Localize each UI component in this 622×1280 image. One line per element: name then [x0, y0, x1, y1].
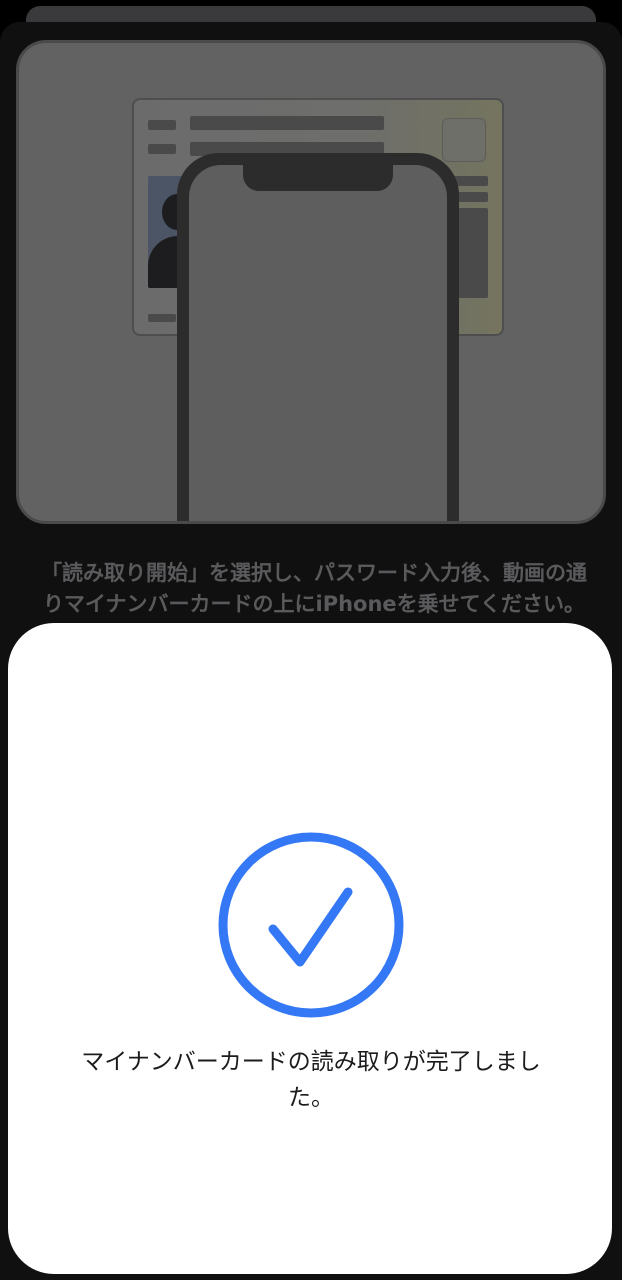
iphone-illustration — [177, 153, 459, 521]
reading-illustration — [16, 40, 606, 524]
iphone-notch — [243, 165, 393, 191]
checkmark-circle-icon — [218, 832, 404, 1018]
card-line — [148, 120, 176, 130]
instruction-text: 「読み取り開始」を選択し、パスワード入力後、動画の通りマイナンバーカードの上にi… — [41, 561, 587, 616]
card-line — [148, 314, 176, 322]
card-chip-icon — [442, 118, 486, 162]
completion-message: マイナンバーカードの読み取りが完了しました。 — [81, 1049, 541, 1111]
iphone-screen — [189, 165, 447, 521]
card-line — [190, 116, 384, 130]
screen: 「読み取り開始」を選択し、パスワード入力後、動画の通りマイナンバーカードの上にi… — [0, 0, 622, 1280]
card-line — [148, 144, 176, 154]
